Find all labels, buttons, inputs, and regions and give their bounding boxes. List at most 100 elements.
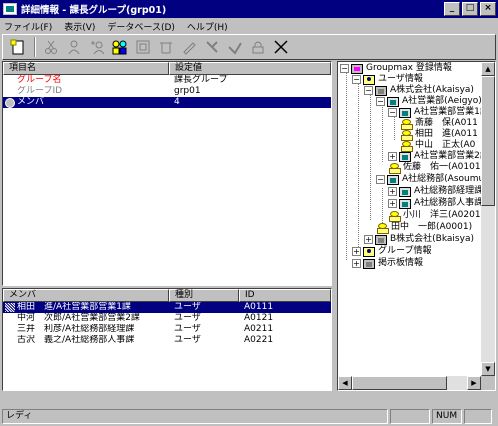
menu-database[interactable]: データベース(D) (107, 20, 175, 33)
expand-icon[interactable]: + (364, 235, 373, 244)
tree-node-user[interactable]: 斎藤 保(A011 (400, 118, 478, 130)
member-row[interactable]: 古沢 義之/A社総務部人事課 ユーザ A0221 (3, 335, 331, 346)
scroll-left-icon[interactable]: ◀ (338, 376, 352, 390)
collapse-icon[interactable]: − (352, 75, 361, 84)
member-row[interactable]: 三井 利彦/A社総務部経理課 ユーザ A0211 (3, 324, 331, 335)
menu-view[interactable]: 表示(V) (64, 20, 95, 33)
column-header-member[interactable]: メンバ (3, 289, 169, 302)
property-row-group-id[interactable]: グループID grp01 (3, 86, 331, 97)
user-icon (68, 40, 80, 55)
add-user-button[interactable] (86, 36, 108, 58)
scroll-right-icon[interactable]: ▶ (467, 376, 481, 390)
user-button[interactable] (63, 36, 85, 58)
scroll-thumb[interactable] (481, 76, 495, 206)
scroll-down-icon[interactable]: ▼ (481, 362, 495, 376)
lock-button[interactable] (247, 36, 269, 58)
expand-icon[interactable]: + (388, 199, 397, 208)
expand-icon[interactable]: + (388, 187, 397, 196)
member-type: ユーザ (174, 324, 201, 334)
tree-node-user[interactable]: 田中 一郎(A0001) (376, 222, 472, 234)
menu-bar: ファイル(F) 表示(V) データベース(D) ヘルプ(H) (0, 18, 498, 34)
window-title: 詳細情報 - 課長グループ(grp01) (21, 5, 167, 16)
tree-node-sales-sec1[interactable]: − A社営業部営業1課 (388, 107, 489, 118)
status-indicator-empty (464, 409, 492, 424)
member-row[interactable]: 中河 次郎/A社営業部営業2課 ユーザ A0121 (3, 313, 331, 324)
tree-node-user[interactable]: 中山 正太(A0 (400, 140, 475, 152)
tool-button[interactable] (201, 36, 223, 58)
group-icon (363, 246, 375, 257)
copy-button[interactable] (132, 36, 154, 58)
tree-node-company-b[interactable]: + B株式会社(Bkaisya) (364, 234, 474, 245)
member-id: A0111 (244, 302, 274, 312)
tree-node-sales-dept[interactable]: − A社営業部(Aeigyo) (376, 96, 482, 107)
delete-user-button[interactable] (224, 36, 246, 58)
expand-icon[interactable]: + (352, 247, 361, 256)
collapse-icon[interactable]: − (340, 64, 349, 73)
group-button[interactable] (109, 36, 131, 58)
property-value: 課長グループ (174, 75, 228, 85)
close-button[interactable]: × (480, 2, 496, 16)
tree-node-user[interactable]: 小川 洋三(A0201) (388, 210, 484, 222)
expand-icon[interactable]: + (388, 152, 397, 161)
member-name: 相田 進/A社営業部営業1課 (17, 302, 131, 312)
paste-button[interactable] (155, 36, 177, 58)
column-header-type[interactable]: 種別 (169, 289, 239, 302)
tree-vertical-scrollbar[interactable]: ▲ ▼ (481, 62, 495, 376)
collapse-icon[interactable]: − (388, 108, 397, 117)
user-icon (376, 222, 389, 234)
collapse-icon[interactable]: − (376, 175, 385, 184)
maximize-button[interactable]: □ (462, 2, 478, 16)
toolbar (2, 34, 496, 60)
tree-node-user[interactable]: 相田 進(A011 (400, 129, 478, 141)
company-icon (375, 234, 387, 245)
title-bar[interactable]: 詳細情報 - 課長グループ(grp01) _ □ × (0, 0, 498, 18)
section-icon (399, 151, 411, 162)
column-header-item-name[interactable]: 項目名 (3, 62, 169, 75)
tree-node-sales-sec2[interactable]: + A社営業部営業2課 (388, 151, 489, 162)
status-num: NUM (432, 409, 462, 424)
property-row-group-name[interactable]: グループ名 課長グループ (3, 75, 331, 86)
menu-help[interactable]: ヘルプ(H) (187, 20, 228, 33)
tree-node-hr[interactable]: + A社総務部人事課 (388, 198, 483, 209)
property-name: グループID (17, 86, 63, 96)
section-icon (399, 198, 411, 209)
scroll-corner (481, 376, 495, 390)
status-indicator-empty (390, 409, 430, 424)
edit-icon (183, 42, 196, 55)
app-icon[interactable] (3, 3, 17, 15)
scroll-up-icon[interactable]: ▲ (481, 62, 495, 76)
user-icon (388, 162, 401, 174)
member-name: 三井 利彦/A社総務部経理課 (17, 324, 135, 334)
tree-node-root[interactable]: − Groupmax 登録情報 (340, 63, 452, 74)
tree-node-user-info[interactable]: − ユーザ情報 (352, 74, 423, 85)
tree-horizontal-scrollbar[interactable]: ◀ ▶ (338, 376, 481, 390)
add-user-icon (91, 41, 105, 55)
minimize-button[interactable]: _ (444, 2, 460, 16)
scroll-thumb[interactable] (352, 376, 447, 390)
tree-node-bulletin-info[interactable]: + 掲示板情報 (352, 258, 423, 269)
new-button[interactable] (7, 36, 29, 58)
tree-node-company-a[interactable]: − A株式会社(Akaisya) (364, 85, 474, 96)
tree-node-accounting[interactable]: + A社総務部経理課 (388, 186, 483, 197)
toolbar-separator (34, 37, 36, 57)
bulletin-icon (363, 258, 375, 269)
column-header-value[interactable]: 設定値 (169, 62, 331, 75)
collapse-icon[interactable]: − (364, 86, 373, 95)
property-row-members[interactable]: メンバ 4 (3, 97, 331, 108)
tree-node-general-dept[interactable]: − A社総務部(Asoumu) (376, 174, 488, 185)
expand-icon[interactable]: + (352, 259, 361, 268)
property-list: 項目名 設定値 グループ名 課長グループ グループID grp01 メンバ 4 (2, 61, 332, 286)
collapse-icon[interactable]: − (376, 97, 385, 106)
status-text: レディ (2, 409, 388, 424)
property-value: grp01 (174, 86, 201, 96)
column-header-id[interactable]: ID (239, 289, 331, 302)
member-row[interactable]: 相田 進/A社営業部営業1課 ユーザ A0111 (3, 302, 331, 313)
group-icon (112, 40, 127, 55)
tree-node-user[interactable]: 佐藤 佑一(A0101) (388, 162, 484, 174)
edit-button[interactable] (178, 36, 200, 58)
tree-node-group-info[interactable]: + グループ情報 (352, 246, 431, 257)
delete-button[interactable] (270, 36, 292, 58)
lock-icon (252, 41, 264, 54)
menu-file[interactable]: ファイル(F) (4, 20, 52, 33)
cut-user-button[interactable] (40, 36, 62, 58)
